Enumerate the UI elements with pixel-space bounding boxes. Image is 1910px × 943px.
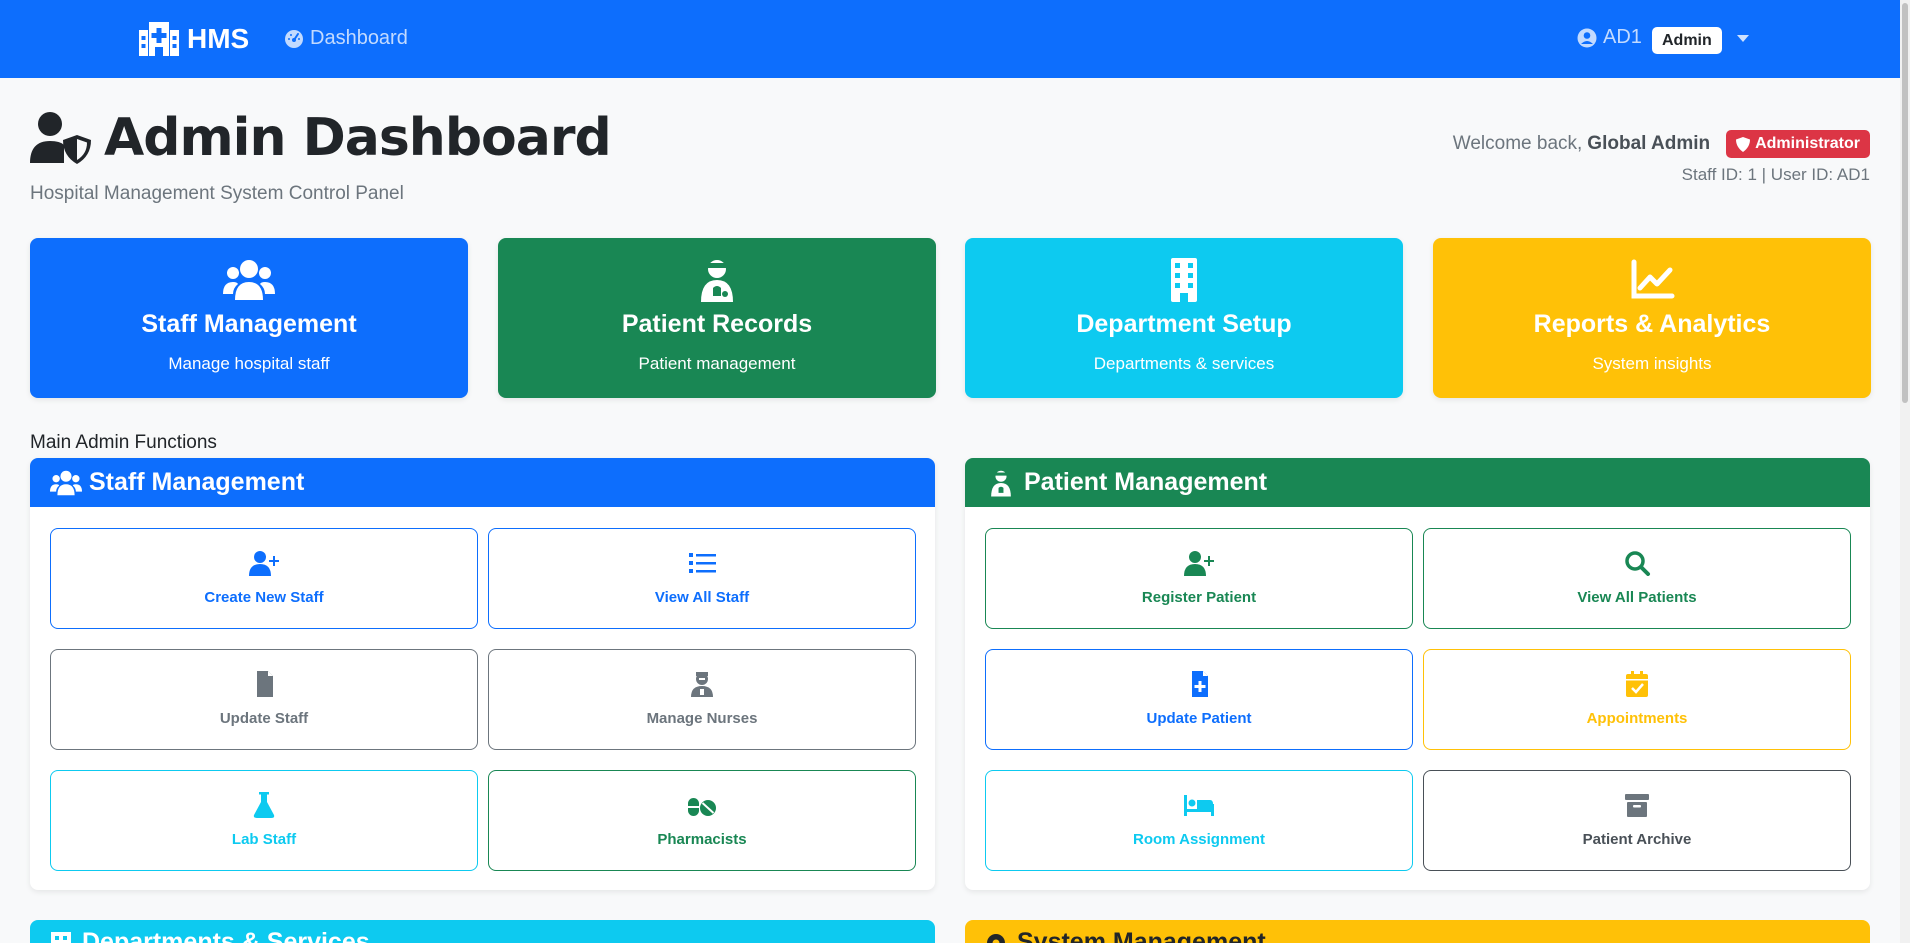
patient-management-panel: Patient Management Register Patient View… [965, 458, 1870, 890]
room-assignment-button[interactable]: Room Assignment [985, 770, 1413, 871]
nav-dashboard-link[interactable]: Dashboard [284, 27, 408, 50]
panel-header: System Management [983, 928, 1266, 943]
user-circle-icon [1577, 28, 1597, 47]
button-label: Room Assignment [1133, 831, 1265, 848]
role-badge-label: Administrator [1755, 135, 1860, 152]
calendar-check-icon [1626, 671, 1648, 697]
stat-card-subtitle: Patient management [638, 354, 796, 373]
welcome-prefix: Welcome back, [1452, 133, 1583, 154]
pills-icon [688, 798, 716, 816]
file-icon [257, 671, 273, 697]
panel-header: Staff Management [30, 458, 935, 507]
button-label: Appointments [1586, 710, 1688, 727]
patient-records-card[interactable]: Patient Records Patient management [498, 238, 936, 398]
panel-header: Patient Management [965, 458, 1870, 507]
users-icon [223, 260, 275, 300]
flask-icon [253, 792, 275, 818]
page-subtitle: Hospital Management System Control Panel [30, 183, 404, 204]
welcome-message: Welcome back, Global Admin Administrator [1453, 130, 1870, 158]
nav-user-id: AD1 [1603, 26, 1642, 48]
top-navbar: HMS Dashboard AD1 Admin [0, 0, 1900, 78]
panel-title: Staff Management [89, 468, 305, 496]
button-label: Register Patient [1141, 589, 1257, 606]
register-patient-button[interactable]: Register Patient [985, 528, 1413, 629]
system-management-panel: System Management [965, 920, 1870, 943]
shield-icon [1736, 136, 1751, 152]
building-icon [51, 931, 71, 943]
brand-text: HMS [187, 23, 250, 54]
file-medical-icon [1192, 671, 1208, 697]
chart-line-icon [1631, 259, 1675, 299]
page-title: Admin Dashboard [30, 108, 612, 168]
button-label: Manage Nurses [646, 710, 758, 727]
update-staff-button[interactable]: Update Staff [50, 649, 478, 750]
button-label: Lab Staff [231, 831, 297, 848]
section-label: Main Admin Functions [30, 432, 217, 453]
pharmacists-button[interactable]: Pharmacists [488, 770, 916, 871]
gauge-icon [285, 29, 303, 48]
patient-archive-button[interactable]: Patient Archive [1423, 770, 1851, 871]
scrollbar-thumb[interactable] [1902, 3, 1908, 403]
stat-card-subtitle: System insights [1592, 354, 1712, 373]
create-new-staff-button[interactable]: Create New Staff [50, 528, 478, 629]
button-label: Pharmacists [657, 831, 747, 848]
chevron-down-icon[interactable] [1737, 35, 1749, 42]
nav-dashboard-label: Dashboard [310, 27, 408, 49]
view-all-patients-button[interactable]: View All Patients [1423, 528, 1851, 629]
page-title-text: Admin Dashboard [104, 108, 612, 168]
nav-role-badge: Admin [1652, 27, 1722, 54]
users-icon [50, 470, 82, 495]
lab-staff-button[interactable]: Lab Staff [50, 770, 478, 871]
role-badge: Administrator [1726, 130, 1870, 158]
button-label: View All Staff [654, 589, 750, 606]
user-shield-icon [30, 112, 91, 164]
button-label: Update Staff [219, 710, 309, 727]
department-setup-card[interactable]: Department Setup Departments & services [965, 238, 1403, 398]
stat-card-title: Staff Management [141, 310, 357, 338]
panel-header: Departments & Services [48, 928, 370, 943]
stat-card-subtitle: Departments & services [1093, 354, 1275, 373]
bed-icon [1184, 795, 1214, 816]
reports-analytics-card[interactable]: Reports & Analytics System insights [1433, 238, 1871, 398]
view-all-staff-button[interactable]: View All Staff [488, 528, 916, 629]
nurse-icon [691, 672, 713, 697]
brand-link[interactable]: HMS [139, 22, 249, 56]
stat-card-title: Department Setup [1076, 310, 1292, 338]
patient-icon [701, 260, 733, 302]
stat-card-subtitle: Manage hospital staff [168, 354, 330, 373]
archive-icon [1625, 794, 1649, 817]
button-label: Patient Archive [1582, 831, 1692, 848]
gear-icon [987, 933, 1005, 943]
patient-icon [991, 470, 1011, 497]
building-icon [1171, 258, 1197, 302]
staff-management-panel: Staff Management Create New Staff View A… [30, 458, 935, 890]
stat-card-title: Reports & Analytics [1533, 310, 1771, 338]
update-patient-button[interactable]: Update Patient [985, 649, 1413, 750]
panel-title: Patient Management [1024, 468, 1268, 496]
staff-user-ids: Staff ID: 1 | User ID: AD1 [1681, 165, 1870, 184]
appointments-button[interactable]: Appointments [1423, 649, 1851, 750]
panel-title: Departments & Services [82, 928, 370, 943]
welcome-name: Global Admin [1587, 133, 1711, 154]
staff-management-card[interactable]: Staff Management Manage hospital staff [30, 238, 468, 398]
panel-title: System Management [1017, 928, 1266, 943]
nav-user-menu[interactable]: AD1 [1577, 26, 1642, 49]
user-plus-icon [249, 551, 279, 576]
button-label: Create New Staff [204, 589, 324, 606]
user-plus-icon [1184, 551, 1214, 576]
search-icon [1625, 551, 1650, 576]
manage-nurses-button[interactable]: Manage Nurses [488, 649, 916, 750]
button-label: View All Patients [1577, 589, 1697, 606]
stat-card-title: Patient Records [621, 310, 813, 338]
page-scrollbar[interactable] [1900, 0, 1910, 943]
list-icon [689, 553, 716, 573]
hospital-icon [139, 22, 179, 56]
button-label: Update Patient [1146, 710, 1252, 727]
departments-services-panel: Departments & Services [30, 920, 935, 943]
